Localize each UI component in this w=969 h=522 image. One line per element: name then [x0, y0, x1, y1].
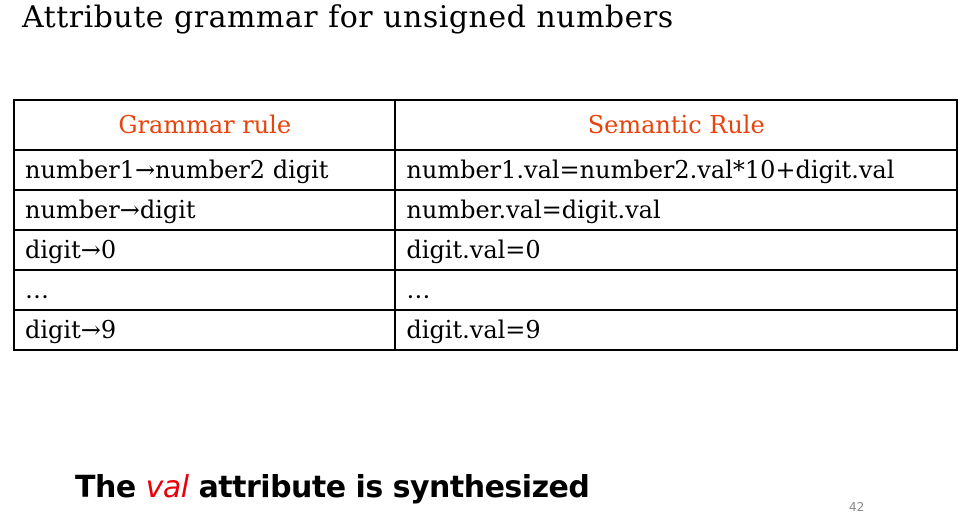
semantic-rule-cell: … — [394, 269, 958, 311]
semantic-rule-cell: number.val=digit.val — [394, 189, 958, 231]
semantic-rule-cell: digit.val=0 — [394, 229, 958, 271]
semantic-rule-cell: number1.val=number2.val*10+digit.val — [394, 149, 958, 191]
note-suffix: attribute is synthesized — [198, 470, 590, 505]
slide-title: Attribute grammar for unsigned numbers — [22, 0, 674, 35]
grammar-rule-cell: … — [12, 269, 397, 311]
attribute-grammar-table: Grammar rule Semantic Rule number1→numbe… — [12, 99, 958, 351]
grammar-rule-cell: digit→9 — [12, 309, 397, 351]
table-row: number1→number2 digit number1.val=number… — [12, 149, 958, 191]
grammar-rule-cell: number1→number2 digit — [12, 149, 397, 191]
note-prefix: The — [75, 470, 136, 505]
page-number: 42 — [849, 500, 865, 514]
grammar-rule-cell: number→digit — [12, 189, 397, 231]
table-row: digit→9 digit.val=9 — [12, 309, 958, 351]
note-highlight-val: val — [145, 470, 189, 505]
semantic-rule-cell: digit.val=9 — [394, 309, 958, 351]
table-header-row: Grammar rule Semantic Rule — [12, 99, 958, 151]
table-row: … … — [12, 269, 958, 311]
table-row: number→digit number.val=digit.val — [12, 189, 958, 231]
table-row: digit→0 digit.val=0 — [12, 229, 958, 271]
header-grammar-rule: Grammar rule — [12, 99, 397, 151]
synthesized-note: The val attribute is synthesized — [75, 470, 590, 505]
header-semantic-rule: Semantic Rule — [394, 99, 958, 151]
grammar-rule-cell: digit→0 — [12, 229, 397, 271]
